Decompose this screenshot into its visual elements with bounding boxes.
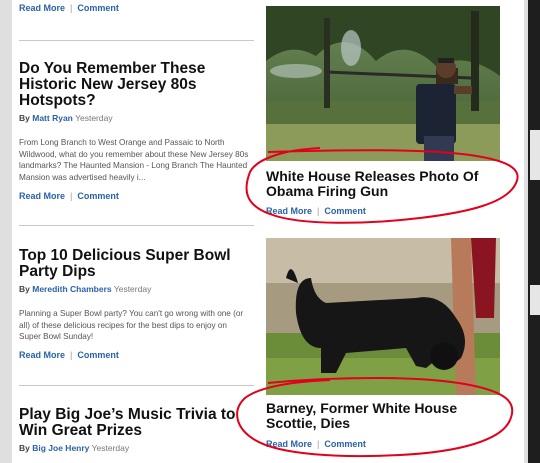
feature-links: Read More | Comment	[266, 439, 366, 449]
article-title[interactable]: Do You Remember These Historic New Jerse…	[19, 61, 254, 109]
feature-photo-obama-shooting[interactable]	[266, 6, 500, 161]
right-edge-block	[530, 130, 540, 180]
read-more-link[interactable]: Read More	[19, 191, 65, 201]
article-divider	[19, 40, 254, 41]
article-links: Read More | Comment	[19, 350, 119, 360]
article-title[interactable]: Play Big Joe’s Music Trivia to Win Great…	[19, 407, 254, 439]
article-title[interactable]: Top 10 Delicious Super Bowl Party Dips	[19, 248, 254, 280]
photo-illustration	[266, 6, 500, 161]
by-label: By	[19, 443, 30, 453]
comment-link[interactable]: Comment	[324, 206, 366, 216]
top-article-links: Read More | Comment	[19, 3, 119, 13]
comment-link[interactable]: Comment	[77, 191, 119, 201]
right-edge-block	[530, 285, 540, 315]
article-excerpt: Planning a Super Bowl party? You can't g…	[19, 309, 244, 341]
article-excerpt: From Long Branch to West Orange and Pass…	[19, 138, 249, 182]
link-separator: |	[70, 350, 73, 360]
feature-photo-barney-dog[interactable]	[266, 238, 500, 395]
link-separator: |	[70, 3, 73, 13]
link-separator: |	[317, 206, 320, 216]
link-separator: |	[317, 439, 320, 449]
feature-title[interactable]: Barney, Former White House Scottie, Dies	[266, 401, 506, 431]
by-label: By	[19, 284, 30, 294]
article-byline: By Matt Ryan Yesterday	[19, 113, 113, 123]
read-more-link[interactable]: Read More	[19, 350, 65, 360]
article-date: Yesterday	[91, 443, 130, 453]
article-links: Read More | Comment	[19, 191, 119, 201]
author-link[interactable]: Meredith Chambers	[32, 284, 111, 294]
photo-illustration	[266, 238, 500, 395]
read-more-link[interactable]: Read More	[19, 3, 65, 13]
by-label: By	[19, 113, 30, 123]
feature-title[interactable]: White House Releases Photo Of Obama Firi…	[266, 169, 506, 199]
link-separator: |	[70, 191, 73, 201]
right-edge-strip	[528, 0, 540, 463]
article-byline: By Big Joe Henry Yesterday	[19, 443, 129, 453]
article-divider	[19, 225, 254, 226]
article-byline: By Meredith Chambers Yesterday	[19, 284, 151, 294]
article-divider	[19, 385, 254, 386]
comment-link[interactable]: Comment	[77, 3, 119, 13]
author-link[interactable]: Matt Ryan	[32, 113, 73, 123]
comment-link[interactable]: Comment	[77, 350, 119, 360]
comment-link[interactable]: Comment	[324, 439, 366, 449]
feature-links: Read More | Comment	[266, 206, 366, 216]
read-more-link[interactable]: Read More	[266, 439, 312, 449]
article-date: Yesterday	[75, 113, 113, 123]
article-date: Yesterday	[113, 284, 152, 294]
author-link[interactable]: Big Joe Henry	[32, 443, 89, 453]
read-more-link[interactable]: Read More	[266, 206, 312, 216]
